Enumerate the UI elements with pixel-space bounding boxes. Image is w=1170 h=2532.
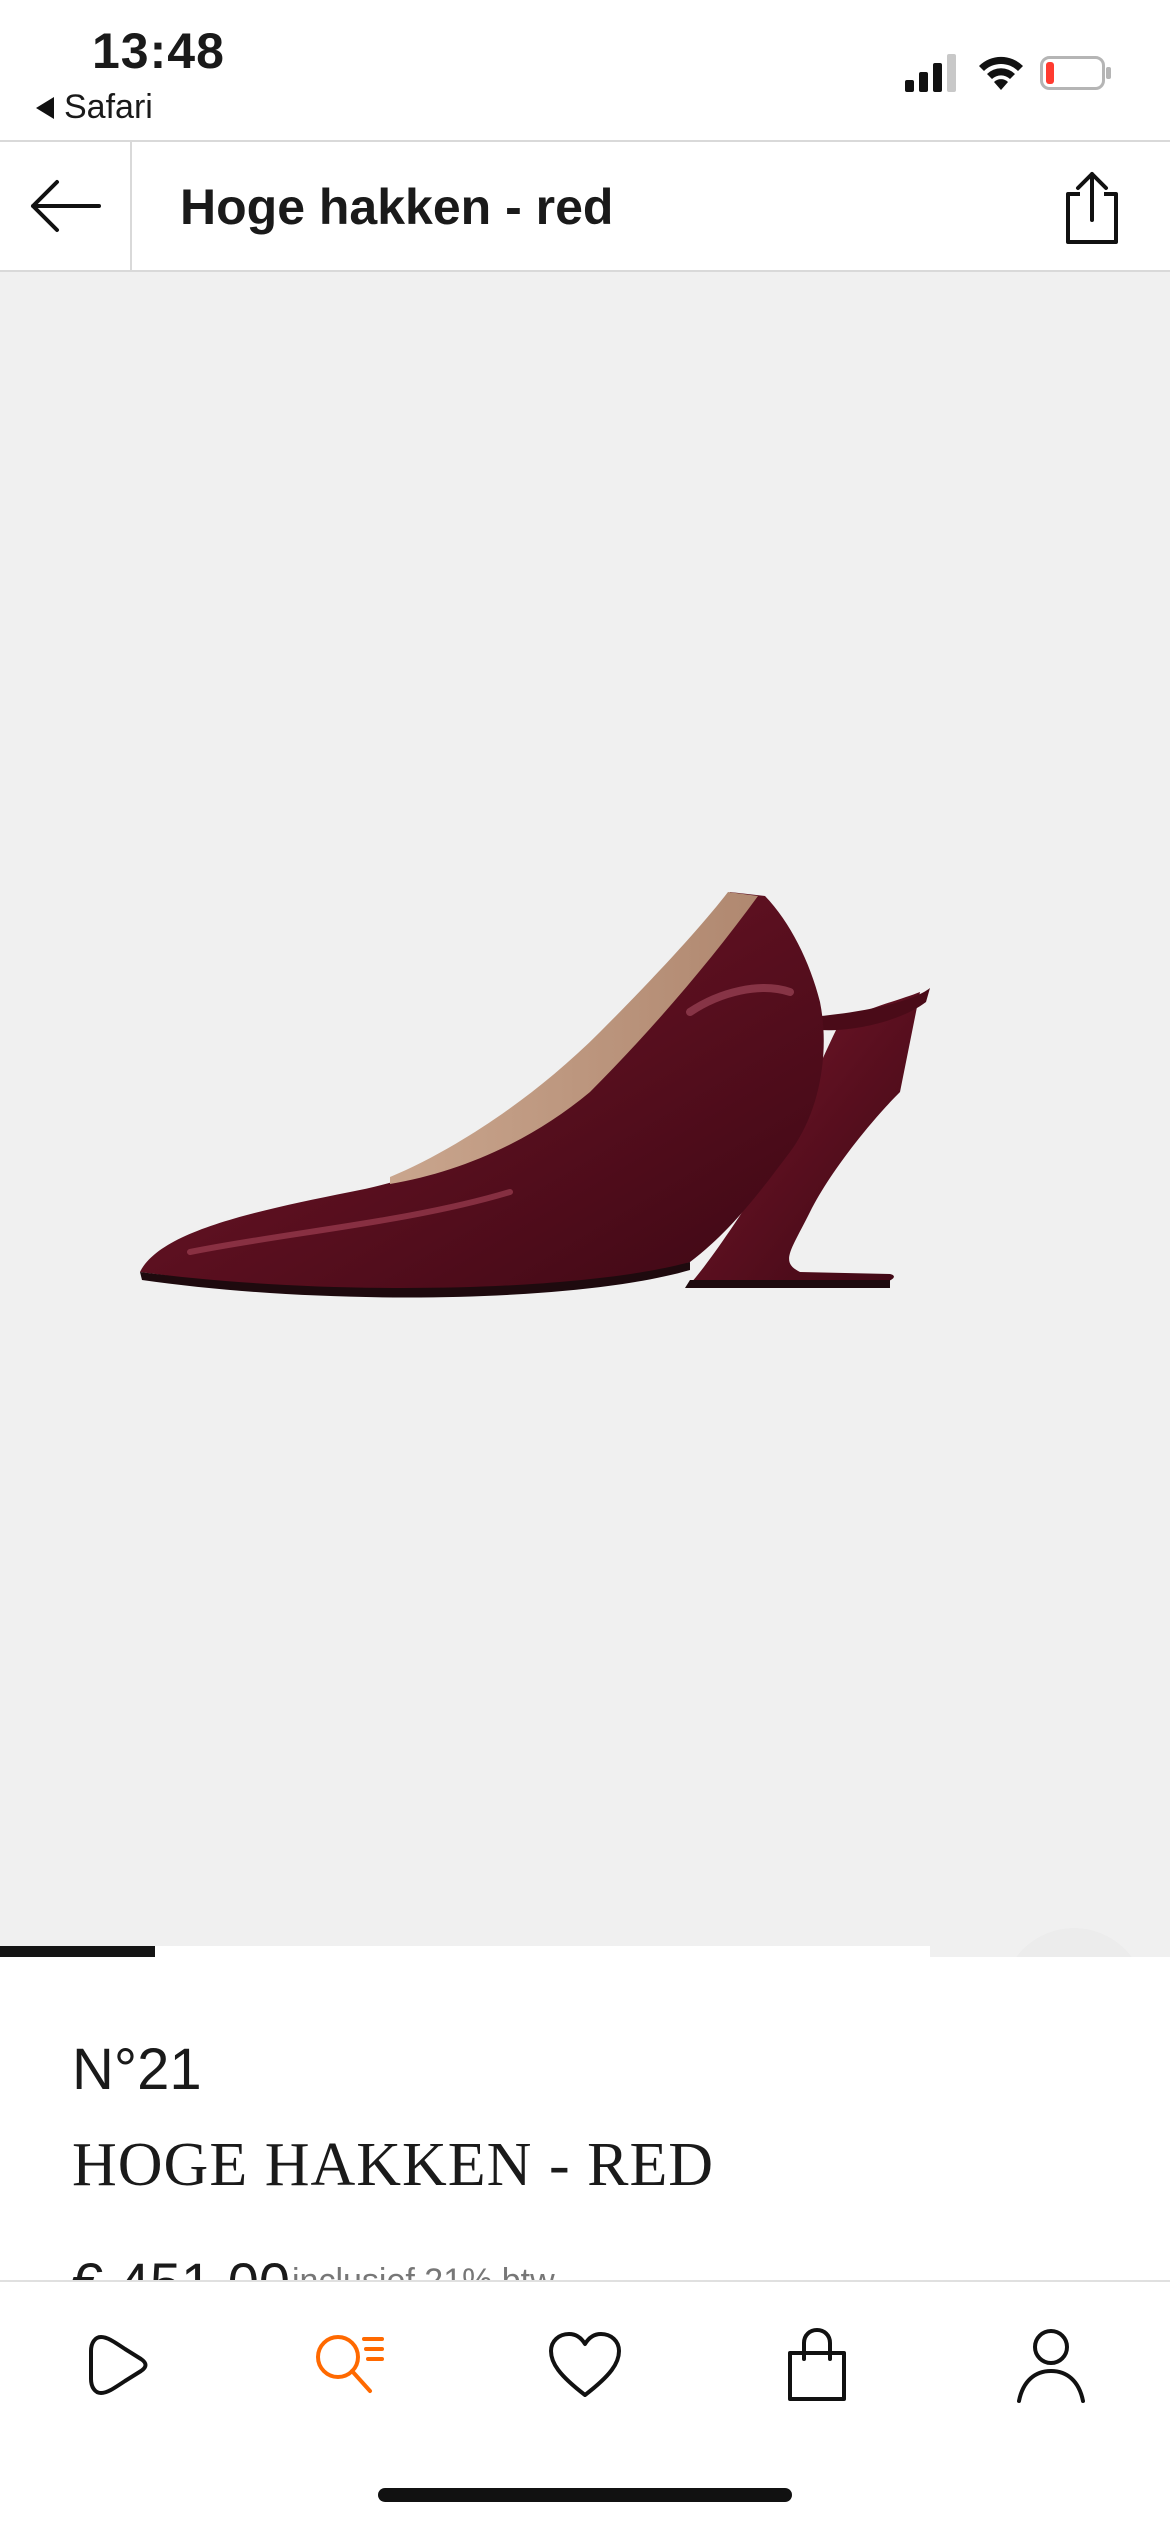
- page-title: Hoge hakken - red: [180, 179, 614, 235]
- nav-wishlist[interactable]: [540, 2320, 630, 2410]
- wifi-icon: [979, 56, 1023, 90]
- vat-note: inclusief 21% btw: [292, 2262, 555, 2280]
- arrow-left-icon: [31, 180, 101, 232]
- price-row: € 451,00 inclusief 21% btw: [72, 2250, 972, 2280]
- add-to-wishlist-button[interactable]: [1002, 1928, 1146, 1957]
- nav-bag[interactable]: [772, 2320, 862, 2410]
- share-icon[interactable]: [1052, 168, 1132, 248]
- home-indicator[interactable]: [378, 2488, 792, 2502]
- product-brand[interactable]: N°21: [72, 2036, 202, 2103]
- nav-discover[interactable]: [72, 2320, 162, 2410]
- shopping-bag-icon: [788, 2327, 846, 2401]
- back-triangle-icon: [36, 96, 54, 119]
- back-app-label: Safari: [64, 88, 153, 126]
- product-name: HOGE HAKKEN - RED: [72, 2131, 715, 2199]
- profile-icon: [1017, 2329, 1085, 2403]
- battery-icon: [1040, 56, 1111, 90]
- heart-icon: [549, 2332, 621, 2397]
- nav-search[interactable]: [305, 2320, 395, 2410]
- gallery-progress-indicator: [0, 1946, 155, 1957]
- cellular-signal-icon: [905, 54, 956, 92]
- back-button[interactable]: [0, 142, 132, 270]
- search-icon: [316, 2335, 384, 2393]
- discover-icon: [89, 2335, 148, 2395]
- product-image-gallery[interactable]: [0, 272, 1170, 1957]
- product-image-shoe: [140, 892, 930, 1298]
- nav-profile[interactable]: [1006, 2320, 1096, 2410]
- status-bar: 13:48 Safari: [0, 0, 1170, 140]
- product-header: Hoge hakken - red: [0, 140, 1170, 272]
- product-price: € 451,00: [72, 2250, 290, 2280]
- status-time: 13:48: [92, 23, 225, 79]
- back-to-safari-link[interactable]: Safari: [36, 88, 153, 127]
